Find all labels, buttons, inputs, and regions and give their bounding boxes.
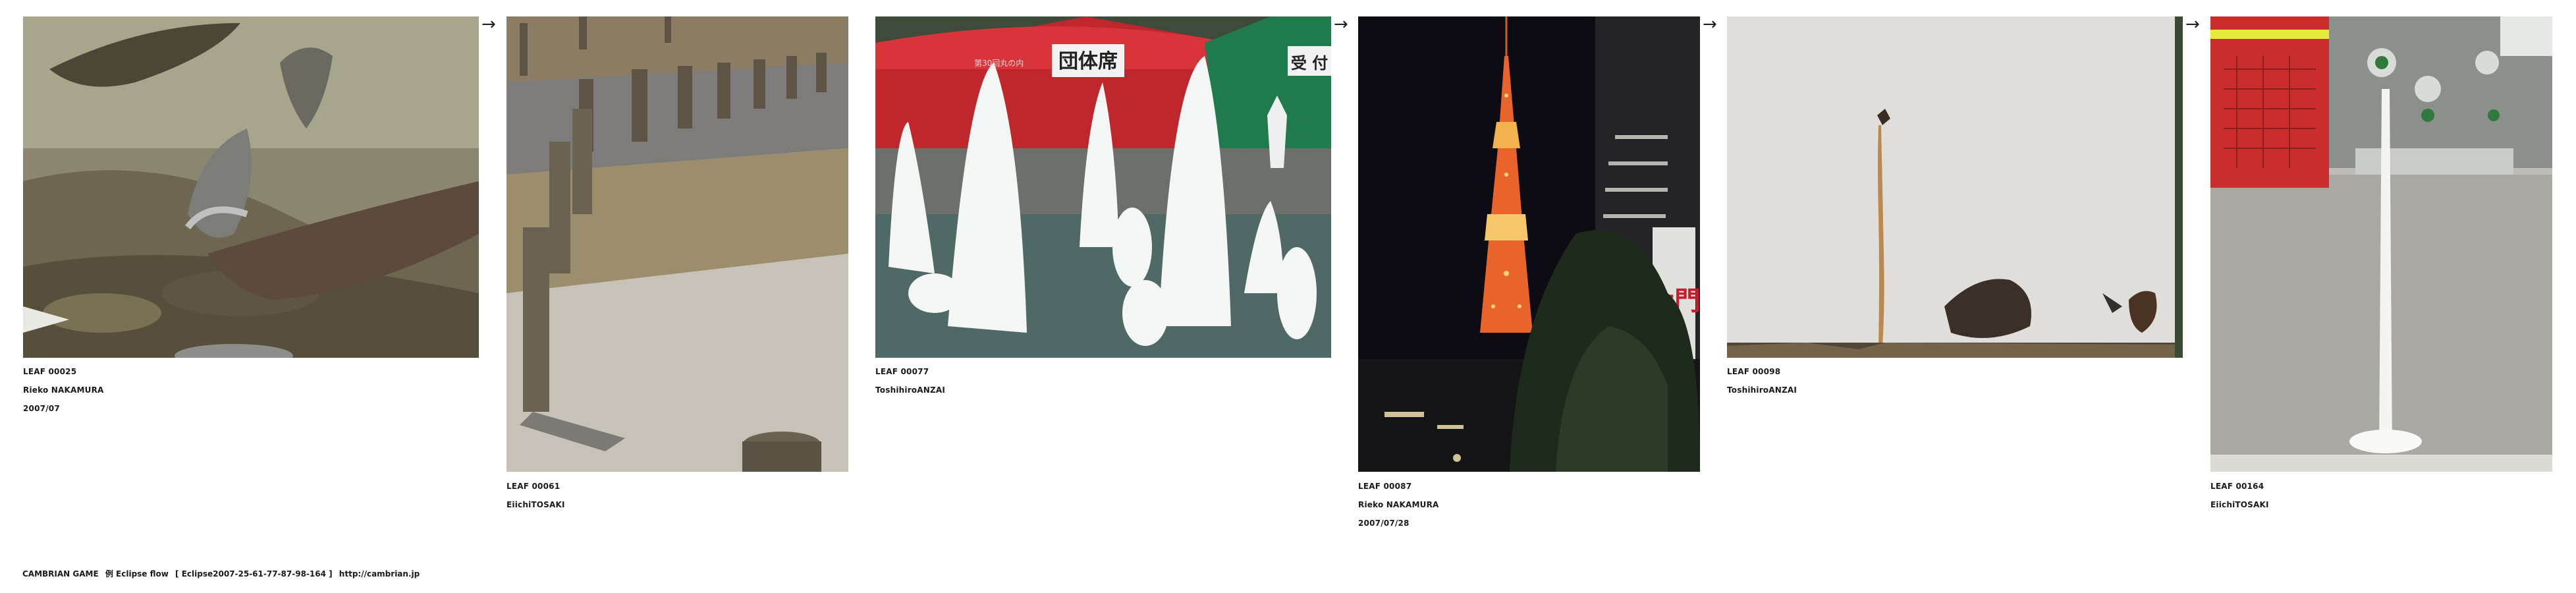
leaf-date: 2007/07/28	[1358, 519, 1410, 528]
fountain-image: 団体席 受 付 第30回丸の内	[875, 16, 1331, 358]
caption-leaf-00077: LEAF 00077 ToshihiroANZAI	[875, 362, 945, 399]
photo-leaf-00098[interactable]	[1727, 16, 2183, 358]
footer-game-link[interactable]: CAMBRIAN GAME	[22, 569, 99, 579]
leaf-author[interactable]: Rieko NAKAMURA	[1358, 495, 1439, 514]
tent-sign-2-text: 受 付	[1291, 54, 1328, 72]
leaf-id[interactable]: LEAF 00098	[1727, 362, 1797, 381]
leaf-author[interactable]: EiichiTOSAKI	[2210, 495, 2269, 514]
photo-leaf-00087[interactable]: 大門	[1358, 16, 1700, 472]
footer: CAMBRIAN GAME 例 Eclipse flow [ Eclipse20…	[22, 568, 424, 579]
photo-leaf-00061[interactable]	[507, 16, 848, 472]
caption-leaf-00164: LEAF 00164 EiichiTOSAKI	[2210, 477, 2269, 514]
arrow-icon: →	[2185, 14, 2200, 34]
tokyo-tower-image: 大門	[1358, 16, 1700, 472]
leaf-id[interactable]: LEAF 00077	[875, 362, 945, 381]
arrow-icon: →	[1334, 14, 1348, 34]
photo-leaf-00077[interactable]: 団体席 受 付 第30回丸の内	[875, 16, 1331, 358]
wooden-posts-image	[507, 16, 848, 472]
caption-leaf-00087: LEAF 00087 Rieko NAKAMURA 2007/07/28	[1358, 477, 1439, 532]
leaf-id[interactable]: LEAF 00061	[507, 477, 565, 495]
tent-sign-text: 団体席	[1058, 50, 1118, 73]
leaf-date: 2007/07	[23, 404, 60, 413]
leaf-author[interactable]: Rieko NAKAMURA	[23, 381, 104, 399]
leaf-id[interactable]: LEAF 00164	[2210, 477, 2269, 495]
arrow-icon: →	[1703, 14, 1717, 34]
fire-truck-water-image	[2210, 16, 2552, 472]
footer-url-link[interactable]: http://cambrian.jp	[339, 569, 420, 579]
rusty-wall-image	[1727, 16, 2183, 358]
koi-fish-image	[23, 16, 479, 358]
photo-leaf-00164[interactable]	[2210, 16, 2552, 472]
caption-leaf-00098: LEAF 00098 ToshihiroANZAI	[1727, 362, 1797, 399]
leaf-author[interactable]: ToshihiroANZAI	[1727, 381, 1797, 399]
leaf-author[interactable]: EiichiTOSAKI	[507, 495, 565, 514]
caption-leaf-00025: LEAF 00025 Rieko NAKAMURA 2007/07	[23, 362, 104, 418]
leaf-author[interactable]: ToshihiroANZAI	[875, 381, 945, 399]
photo-leaf-00025[interactable]	[23, 16, 479, 358]
caption-leaf-00061: LEAF 00061 EiichiTOSAKI	[507, 477, 565, 514]
tent-banner-text: 第30回丸の内	[974, 59, 1024, 68]
footer-flow-code: [ Eclipse2007-25-61-77-87-98-164 ]	[175, 569, 333, 579]
leaf-id[interactable]: LEAF 00087	[1358, 477, 1439, 495]
arrow-icon: →	[481, 14, 496, 34]
leaf-id[interactable]: LEAF 00025	[23, 362, 104, 381]
footer-title: 例 Eclipse flow	[105, 569, 169, 579]
